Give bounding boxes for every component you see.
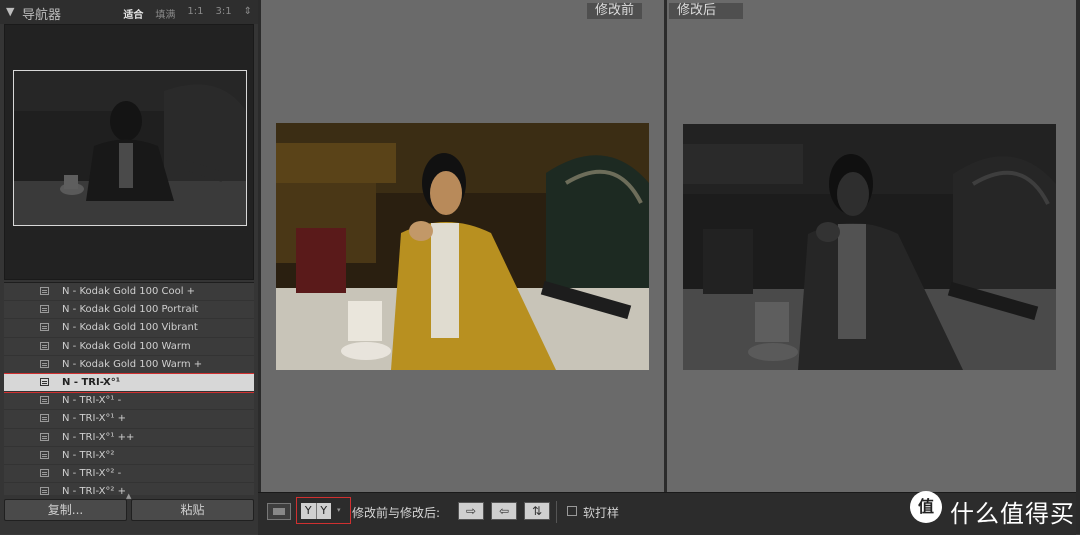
preset-icon xyxy=(40,450,49,459)
copy-paste-bar: 复制... 粘贴 xyxy=(4,499,254,521)
preset-label: N - TRI-X°¹ ++ xyxy=(62,431,135,443)
zoom-3-1-option[interactable]: 3:1 xyxy=(216,6,232,21)
preset-label: N - TRI-X°¹ xyxy=(62,376,121,388)
preset-label: N - Kodak Gold 100 Portrait xyxy=(62,304,199,316)
watermark: 值 什么值得买 xyxy=(910,490,1074,528)
side-by-side-icon: Y Y xyxy=(301,503,331,519)
preset-icon xyxy=(40,432,49,441)
preset-item[interactable]: N - TRI-X°² - xyxy=(4,465,254,484)
preset-item[interactable]: N - TRI-X°¹ - xyxy=(4,392,254,411)
preset-label: N - TRI-X°² + xyxy=(62,486,126,495)
yy-left-glyph: Y xyxy=(301,503,317,519)
preset-label: N - Kodak Gold 100 Warm + xyxy=(62,358,203,370)
preset-icon xyxy=(40,287,49,295)
preset-icon xyxy=(40,487,49,495)
zoom-fit-option[interactable]: 适合 xyxy=(123,6,143,21)
collapse-triangle-icon[interactable]: ▼ xyxy=(6,5,14,18)
preset-icon xyxy=(40,414,49,423)
preset-item-selected[interactable]: N - TRI-X°¹ xyxy=(4,372,254,394)
compare-mode-label: 修改前与修改后: xyxy=(352,506,441,520)
navigator-preview[interactable] xyxy=(4,24,254,280)
preset-icon xyxy=(40,468,49,477)
after-pane-label: 修改后 xyxy=(669,3,743,19)
swap-before-after-button[interactable]: ⇅ xyxy=(524,502,550,520)
watermark-text: 什么值得买 xyxy=(950,500,1075,528)
preset-item[interactable]: N - Kodak Gold 100 Warm xyxy=(4,338,254,356)
preset-item[interactable]: N - Kodak Gold 100 Cool + xyxy=(4,283,254,302)
yy-right-glyph: Y xyxy=(320,504,328,517)
loupe-view-button[interactable] xyxy=(267,503,291,520)
compare-divider xyxy=(664,0,667,492)
before-pane-label: 修改前 xyxy=(587,3,643,19)
preset-item[interactable]: N - TRI-X°¹ + xyxy=(4,410,254,429)
navigator-title: 导航器 xyxy=(22,8,62,23)
preset-item[interactable]: N - TRI-X°¹ ++ xyxy=(4,429,254,447)
preset-label: N - Kodak Gold 100 Vibrant xyxy=(62,322,198,334)
zoom-fill-option[interactable]: 填满 xyxy=(155,6,175,21)
copy-button[interactable]: 复制... xyxy=(4,499,127,521)
preset-label: N - TRI-X°¹ + xyxy=(62,413,126,425)
navigator-zoom-options: 适合 填满 1:1 3:1 ⇕ xyxy=(123,6,252,21)
smzdm-logo-icon: 值 xyxy=(910,491,942,523)
preset-list: N - Kodak Gold 100 Cool + N - Kodak Gold… xyxy=(4,282,254,495)
before-after-view-button[interactable]: Y Y ▾ xyxy=(296,497,351,524)
toolbar-divider xyxy=(556,501,557,523)
preset-label: N - Kodak Gold 100 Cool + xyxy=(62,286,196,297)
navigator-thumbnail-image[interactable] xyxy=(13,70,247,226)
preset-item[interactable]: N - Kodak Gold 100 Portrait xyxy=(4,301,254,320)
preset-label: N - Kodak Gold 100 Warm xyxy=(62,340,191,352)
preset-icon xyxy=(40,323,49,332)
view-dropdown-arrow-icon[interactable]: ▾ xyxy=(337,506,341,514)
preset-item[interactable]: N - Kodak Gold 100 Warm + xyxy=(4,356,254,374)
preset-item[interactable]: N - TRI-X°² xyxy=(4,447,254,465)
preset-label: N - TRI-X°² - xyxy=(62,467,122,479)
navigator-header[interactable]: ▼ 导航器 适合 填满 1:1 3:1 ⇕ xyxy=(0,0,258,24)
after-photo[interactable] xyxy=(683,124,1056,370)
copy-before-to-after-button[interactable]: ⇨ xyxy=(458,502,484,520)
zoom-1-1-option[interactable]: 1:1 xyxy=(187,6,203,21)
preset-icon xyxy=(40,341,49,350)
left-panel: ▼ 导航器 适合 填满 1:1 3:1 ⇕ N - Kodak Gold 100… xyxy=(0,0,258,534)
soft-proof-label[interactable]: 软打样 xyxy=(583,504,619,521)
paste-button[interactable]: 粘贴 xyxy=(131,499,254,521)
before-photo[interactable] xyxy=(276,123,649,370)
preset-label: N - TRI-X°² xyxy=(62,449,115,461)
preset-item[interactable]: N - Kodak Gold 100 Vibrant xyxy=(4,319,254,338)
copy-after-to-before-button[interactable]: ⇦ xyxy=(491,502,517,520)
panel-divider[interactable] xyxy=(258,0,261,492)
soft-proof-checkbox[interactable] xyxy=(567,506,577,516)
zoom-menu-icon[interactable]: ⇕ xyxy=(244,6,252,21)
preset-label: N - TRI-X°¹ - xyxy=(62,395,122,407)
preset-icon xyxy=(40,396,49,405)
preset-icon xyxy=(40,305,49,314)
preset-icon xyxy=(40,359,49,368)
right-panel-edge[interactable] xyxy=(1076,0,1080,534)
preset-icon xyxy=(40,377,49,386)
